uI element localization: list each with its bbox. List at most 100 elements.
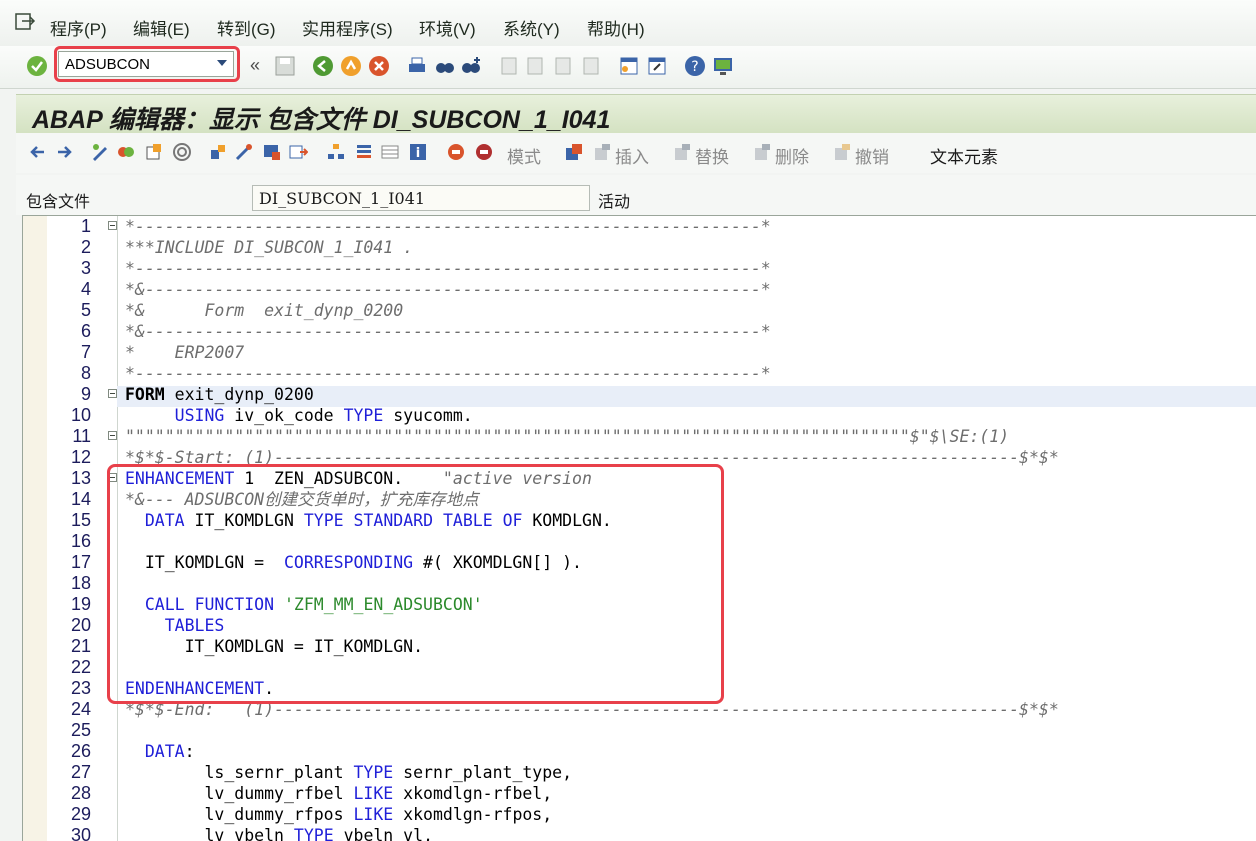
delete-button[interactable]: 删除 — [775, 143, 809, 168]
menu-help[interactable]: 帮助(H) — [587, 15, 645, 40]
code-line[interactable]: 4 *&-------------------------------------… — [23, 279, 1256, 300]
where-used-icon[interactable] — [208, 142, 228, 162]
menu-system[interactable]: 系统(Y) — [503, 15, 560, 40]
find-icon[interactable] — [434, 55, 456, 77]
line-number: 12 — [70, 447, 91, 467]
help-icon[interactable]: ? — [684, 55, 706, 77]
collapse-icon[interactable]: « — [250, 55, 260, 76]
code-line[interactable]: 5 *& Form exit_dynp_0200 — [23, 300, 1256, 321]
info-icon[interactable]: i — [408, 142, 428, 162]
enhancement-icon[interactable] — [564, 142, 584, 162]
application-toolbar: i 模式 插入 替换 删除 撤销 文本元素 — [16, 133, 1256, 173]
replace-button[interactable]: 替换 — [695, 143, 729, 168]
fold-toggle-icon[interactable] — [108, 389, 117, 398]
undo-icon[interactable] — [832, 142, 852, 162]
insert-icon[interactable] — [592, 142, 612, 162]
replace-icon[interactable] — [672, 142, 692, 162]
new-session-icon[interactable] — [618, 55, 640, 77]
code-line[interactable]: 30 lv_vbeln TYPE vbeln_vl, — [23, 825, 1256, 841]
code-text: *&--------------------------------------… — [125, 280, 771, 299]
active-inactive-icon[interactable] — [116, 142, 136, 162]
code-line[interactable]: 2 ***INCLUDE DI_SUBCON_1_I041 . — [23, 237, 1256, 258]
last-page-icon[interactable] — [580, 55, 602, 77]
include-name-field[interactable]: DI_SUBCON_1_I041 — [252, 185, 590, 211]
code-line[interactable]: 10 USING iv_ok_code TYPE syucomm. — [23, 405, 1256, 426]
code-line[interactable]: 29 lv_dummy_rfpos LIKE xkomdlgn-rfpos, — [23, 804, 1256, 825]
find-next-icon[interactable] — [460, 55, 482, 77]
back-icon[interactable] — [312, 55, 334, 77]
menu-exit-icon[interactable] — [14, 13, 36, 31]
include-field-row: 包含文件 DI_SUBCON_1_I041 活动 — [16, 175, 1256, 215]
text-elements-button[interactable]: 文本元素 — [930, 143, 998, 168]
enhancement-highlight-box — [107, 464, 724, 704]
print-icon[interactable] — [406, 55, 428, 77]
code-line[interactable]: 3 *--------------------------------------… — [23, 258, 1256, 279]
code-line[interactable]: 8 *--------------------------------------… — [23, 363, 1256, 384]
mode-button[interactable]: 模式 — [507, 143, 541, 168]
menu-bar: 程序(P) 编辑(E) 转到(G) 实用程序(S) 环境(V) 系统(Y) 帮助… — [0, 0, 1256, 47]
fold-toggle-icon[interactable] — [108, 221, 117, 230]
cancel-icon[interactable] — [368, 55, 390, 77]
status-text: 活动 — [598, 194, 631, 211]
hierarchy-icon[interactable] — [326, 142, 346, 162]
include-label: 包含文件 — [26, 194, 91, 211]
line-number: 30 — [70, 825, 91, 841]
fold-toggle-icon[interactable] — [108, 431, 117, 440]
stack-icon[interactable] — [354, 142, 374, 162]
save-icon[interactable] — [274, 55, 296, 77]
exit-icon[interactable] — [340, 55, 362, 77]
code-text: *&--------------------------------------… — [125, 322, 771, 341]
code-line[interactable]: 25 — [23, 720, 1256, 741]
pattern-icon[interactable] — [262, 142, 282, 162]
code-text: lv_dummy_rfbel LIKE xkomdlgn-rfbel, — [125, 784, 553, 803]
code-line[interactable]: 6 *&-------------------------------------… — [23, 321, 1256, 342]
enter-check-icon[interactable] — [26, 55, 48, 77]
code-text: """"""""""""""""""""""""""""""""""""""""… — [125, 427, 1010, 446]
table-icon[interactable] — [380, 142, 400, 162]
pretty-printer-icon[interactable] — [288, 142, 308, 162]
line-number: 25 — [70, 720, 91, 740]
code-text: *& Form exit_dynp_0200 — [125, 301, 404, 320]
line-number: 26 — [70, 741, 91, 761]
customize-layout-icon[interactable] — [712, 55, 734, 77]
menu-goto[interactable]: 转到(G) — [217, 15, 276, 40]
previous-page-icon[interactable] — [524, 55, 546, 77]
magic-wand-icon[interactable] — [234, 142, 254, 162]
code-line[interactable]: 28 lv_dummy_rfbel LIKE xkomdlgn-rfbel, — [23, 783, 1256, 804]
check-syntax-icon[interactable] — [172, 142, 192, 162]
first-page-icon[interactable] — [498, 55, 520, 77]
breakpoint-icon[interactable] — [446, 142, 466, 162]
code-line[interactable]: 26 DATA: — [23, 741, 1256, 762]
line-number: 7 — [80, 342, 91, 362]
menu-utilities[interactable]: 实用程序(S) — [302, 15, 393, 40]
next-page-icon[interactable] — [552, 55, 574, 77]
external-breakpoint-icon[interactable] — [474, 142, 494, 162]
title-bar: ABAP 编辑器：显示 包含文件 DI_SUBCON_1_I041 — [16, 94, 1256, 134]
code-line[interactable]: 27 ls_sernr_plant TYPE sernr_plant_type, — [23, 762, 1256, 783]
command-field[interactable]: ADSUBCON — [58, 51, 234, 77]
arrow-right-icon[interactable] — [54, 142, 74, 162]
line-number: 17 — [70, 552, 91, 572]
line-number: 23 — [70, 678, 91, 698]
code-line[interactable]: 9 FORM exit_dynp_0200 — [23, 384, 1256, 405]
insert-button[interactable]: 插入 — [615, 143, 649, 168]
menu-program[interactable]: 程序(P) — [50, 15, 107, 40]
shortcut-icon[interactable] — [646, 55, 668, 77]
code-line[interactable]: 7 * ERP2007 — [23, 342, 1256, 363]
svg-text:?: ? — [691, 59, 698, 75]
line-number: 16 — [70, 531, 91, 551]
menu-environment[interactable]: 环境(V) — [419, 15, 476, 40]
display-change-icon[interactable] — [90, 142, 110, 162]
menu-edit[interactable]: 编辑(E) — [133, 15, 190, 40]
line-number: 9 — [80, 384, 91, 404]
undo-button[interactable]: 撤销 — [855, 143, 889, 168]
code-line[interactable]: 1 *--------------------------------------… — [23, 216, 1256, 237]
line-number: 24 — [70, 699, 91, 719]
delete-icon[interactable] — [752, 142, 772, 162]
line-number: 18 — [70, 573, 91, 593]
code-text: *---------------------------------------… — [125, 364, 771, 383]
arrow-left-icon[interactable] — [28, 142, 48, 162]
chevron-down-icon[interactable] — [217, 60, 227, 66]
other-object-icon[interactable] — [144, 142, 164, 162]
code-line[interactable]: 11 """"""""""""""""""""""""""""""""""""""… — [23, 426, 1256, 447]
